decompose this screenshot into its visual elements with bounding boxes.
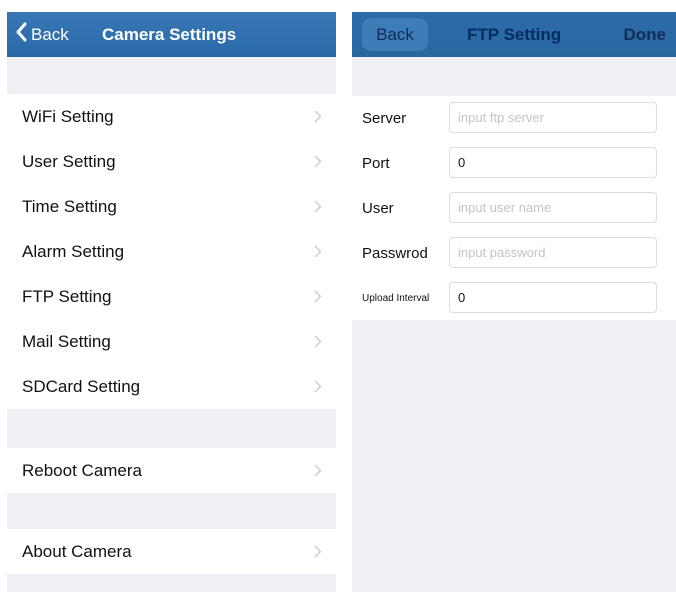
settings-item-label: About Camera (22, 541, 132, 561)
settings-item-user[interactable]: User Setting (7, 139, 336, 184)
back-label: Back (376, 24, 414, 44)
settings-item-label: FTP Setting (22, 286, 112, 306)
chevron-right-icon (314, 290, 322, 303)
user-row: User (352, 186, 676, 231)
settings-item-label: WiFi Setting (22, 106, 114, 126)
navigation-bar: Back FTP Setting Done (352, 12, 676, 57)
chevron-right-icon (314, 200, 322, 213)
back-button[interactable]: Back (15, 12, 69, 57)
password-input[interactable] (449, 237, 657, 268)
chevron-right-icon (314, 110, 322, 123)
settings-item-label: Time Setting (22, 196, 117, 216)
reboot-group: Reboot Camera (7, 448, 336, 493)
chevron-right-icon (314, 464, 322, 477)
camera-settings-screen: Back Camera Settings WiFi Setting User S… (7, 12, 336, 592)
ftp-form: Server Port User Passwrod Upload Interva… (352, 96, 676, 320)
settings-item-ftp[interactable]: FTP Setting (7, 274, 336, 319)
chevron-right-icon (314, 380, 322, 393)
settings-item-wifi[interactable]: WiFi Setting (7, 94, 336, 139)
settings-item-label: SDCard Setting (22, 376, 141, 396)
password-row: Passwrod (352, 231, 676, 276)
chevron-right-icon (314, 245, 322, 258)
server-input[interactable] (449, 102, 657, 133)
back-label: Back (31, 24, 69, 44)
port-row: Port (352, 141, 676, 186)
upload-interval-input[interactable] (449, 282, 657, 313)
port-input[interactable] (449, 147, 657, 178)
upload-interval-row: Upload Interval (352, 276, 676, 321)
user-label: User (362, 200, 394, 217)
chevron-right-icon (314, 545, 322, 558)
done-button[interactable]: Done (624, 12, 667, 57)
server-label: Server (362, 110, 407, 127)
user-input[interactable] (449, 192, 657, 223)
page-title: Camera Settings (102, 25, 237, 44)
page-title: FTP Setting (467, 25, 562, 44)
settings-item-alarm[interactable]: Alarm Setting (7, 229, 336, 274)
port-label: Port (362, 155, 390, 172)
settings-item-label: Reboot Camera (22, 460, 143, 480)
password-label: Passwrod (362, 245, 428, 262)
about-group: About Camera (7, 529, 336, 574)
server-row: Server (352, 96, 676, 141)
settings-list: WiFi Setting User Setting Time Setting A… (7, 94, 336, 409)
upload-interval-label: Upload Interval (362, 293, 430, 304)
settings-item-reboot[interactable]: Reboot Camera (7, 448, 336, 493)
settings-item-sdcard[interactable]: SDCard Setting (7, 364, 336, 409)
settings-item-about[interactable]: About Camera (7, 529, 336, 574)
settings-item-label: User Setting (22, 151, 116, 171)
chevron-right-icon (314, 335, 322, 348)
settings-item-label: Alarm Setting (22, 241, 125, 261)
back-button[interactable]: Back (362, 18, 428, 51)
ftp-setting-screen: Back FTP Setting Done Server Port User P… (352, 12, 676, 592)
settings-item-label: Mail Setting (22, 331, 111, 351)
chevron-right-icon (314, 155, 322, 168)
navigation-bar: Back Camera Settings (7, 12, 336, 57)
chevron-left-icon (15, 22, 27, 47)
settings-item-mail[interactable]: Mail Setting (7, 319, 336, 364)
settings-item-time[interactable]: Time Setting (7, 184, 336, 229)
